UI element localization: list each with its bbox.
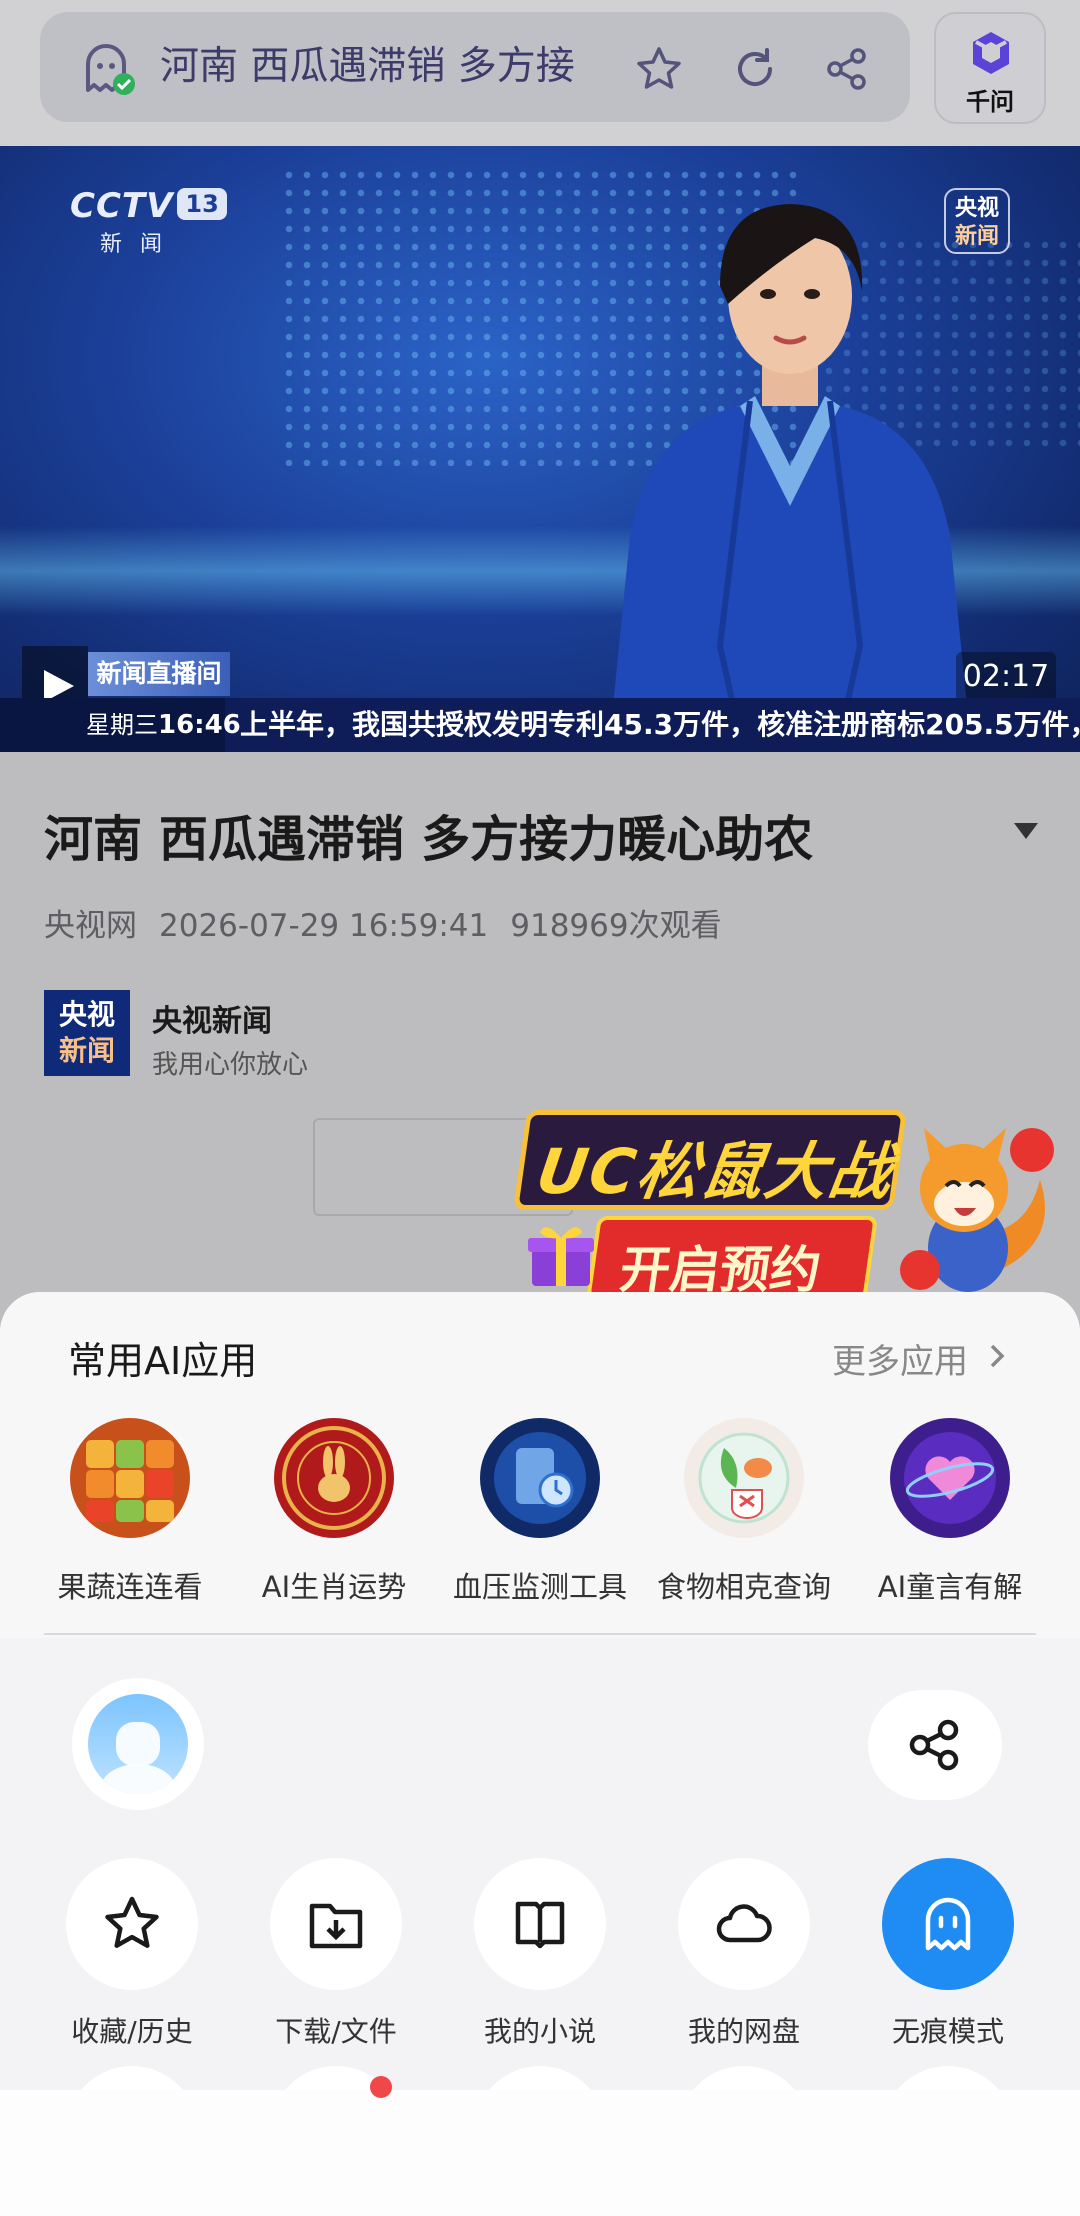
star-icon[interactable] xyxy=(634,44,684,94)
ai-apps-title: 常用AI应用 xyxy=(68,1339,258,1383)
zodiac-rabbit-icon xyxy=(274,1418,394,1538)
favorites-history-button[interactable]: 收藏/历史 xyxy=(62,1858,202,2050)
article-views: 918969次观看 xyxy=(510,908,722,944)
tool-label: 我的小说 xyxy=(483,2015,596,2048)
url-title[interactable]: 河南 西瓜遇滞销 多方接 xyxy=(160,12,630,122)
share-button[interactable] xyxy=(868,1690,1002,1800)
cloud-icon xyxy=(716,1904,772,1943)
my-cloud-drive-button[interactable]: 我的网盘 xyxy=(674,1858,814,2050)
ai-app-zodiac[interactable]: AI生肖运势 xyxy=(262,1418,406,1606)
publisher-logo[interactable]: 央视 新闻 xyxy=(44,990,130,1076)
publisher-logo-line1: 央视 xyxy=(58,998,115,1031)
food-check-icon xyxy=(684,1418,804,1538)
clock: 16:46 xyxy=(158,710,241,740)
secure-ghost-icon xyxy=(86,44,135,95)
chevron-right-icon[interactable] xyxy=(986,1342,1008,1370)
qianwen-button[interactable]: 千问 xyxy=(934,12,1046,124)
section-divider xyxy=(44,1633,1036,1635)
qianwen-label: 千问 xyxy=(966,88,1014,116)
channel-brand: CCTV xyxy=(70,186,174,226)
tool-label: 我的网盘 xyxy=(687,2015,800,2048)
ai-app-food-check[interactable]: 食物相克查询 xyxy=(657,1418,831,1606)
my-novels-button[interactable]: 我的小说 xyxy=(470,1858,610,2050)
promo-cta-box: 开启预约 xyxy=(586,1216,878,1300)
squirrel-mascot-icon xyxy=(900,1128,1054,1292)
incognito-mode-button[interactable]: 无痕模式 xyxy=(878,1858,1018,2050)
tool-label: 无痕模式 xyxy=(891,2015,1004,2048)
qianwen-logo-icon xyxy=(973,32,1009,74)
news-ticker-bar: 星期三 16:46 上半年，我国共授权发明专利45.3万件，核准注册商标205.… xyxy=(0,698,1080,752)
tool-label: 下载/文件 xyxy=(275,2015,397,2048)
expand-caret-icon[interactable] xyxy=(1014,823,1038,839)
bottom-panel xyxy=(0,2090,1080,2216)
ai-app-kids-words[interactable]: AI童言有解 xyxy=(878,1418,1022,1606)
cctv-channel-logo: CCTV 13 新闻 xyxy=(70,186,227,258)
blood-pressure-icon xyxy=(480,1418,600,1538)
star-icon xyxy=(105,1896,159,1948)
ticker-text: 上半年，我国共授权发明专利45.3万件，核准注册商标205.5万件，认 xyxy=(240,708,1080,741)
channel-sub: 新闻 xyxy=(100,232,181,257)
share-icon[interactable] xyxy=(822,44,872,94)
article-meta: 央视网 2026-07-29 16:59:41 918969次观看 xyxy=(44,900,744,945)
ai-app-fruit-match[interactable]: 果蔬连连看 xyxy=(57,1418,203,1606)
ghost-icon xyxy=(925,1897,971,1951)
ai-app-label: 血压监测工具 xyxy=(452,1570,627,1604)
promo-title-box: UC松鼠大战 xyxy=(512,1110,908,1210)
uc-squirrel-promo-banner[interactable]: UC松鼠大战 开启预约 xyxy=(512,1110,1060,1310)
promo-title: UC松鼠大战 xyxy=(532,1135,899,1208)
ai-app-label: 食物相克查询 xyxy=(656,1570,831,1604)
book-icon xyxy=(515,1901,565,1949)
publisher-name[interactable]: 央视新闻 xyxy=(152,996,272,1040)
notification-dot xyxy=(370,2076,392,2098)
tool-label: 收藏/历史 xyxy=(71,2015,193,2048)
refresh-icon[interactable] xyxy=(730,44,780,94)
ai-app-label: 果蔬连连看 xyxy=(57,1570,203,1604)
channel-number: 13 xyxy=(177,188,227,220)
user-avatar[interactable] xyxy=(72,1678,204,1810)
article-source: 央视网 xyxy=(44,908,137,944)
gift-box-icon xyxy=(528,1227,594,1286)
address-bar-area: 河南 西瓜遇滞销 多方接 千问 xyxy=(0,0,1080,146)
avatar-icon xyxy=(88,1694,188,1794)
downloads-files-button[interactable]: 下载/文件 xyxy=(266,1858,406,2050)
ai-app-label: AI童言有解 xyxy=(877,1570,1023,1604)
share-icon xyxy=(909,1719,959,1771)
ai-apps-more-link[interactable]: 更多应用 xyxy=(832,1334,968,1383)
article-headline: 河南 西瓜遇滞销 多方接力暖心助农 xyxy=(44,811,814,868)
video-duration: 02:17 xyxy=(956,652,1056,702)
ai-app-label: AI生肖运势 xyxy=(261,1570,407,1604)
heart-planet-icon xyxy=(890,1418,1010,1538)
fruit-match-icon xyxy=(70,1418,190,1538)
news-anchor-image xyxy=(610,204,970,736)
ai-app-blood-pressure[interactable]: 血压监测工具 xyxy=(453,1418,627,1606)
video-player[interactable]: CCTV 13 新闻 央视 新闻 新闻直播间 02:17 星期三 16:46 上半… xyxy=(0,146,1080,752)
publisher-slogan: 我用心你放心 xyxy=(152,1050,309,1080)
url-box[interactable]: 河南 西瓜遇滞销 多方接 xyxy=(40,12,910,122)
publisher-logo-line2: 新闻 xyxy=(58,1034,115,1067)
weekday-text: 星期三 xyxy=(86,711,158,739)
program-label: 新闻直播间 xyxy=(88,652,230,696)
download-folder-icon xyxy=(309,1903,363,1949)
article-datetime: 2026-07-29 16:59:41 xyxy=(159,908,489,944)
